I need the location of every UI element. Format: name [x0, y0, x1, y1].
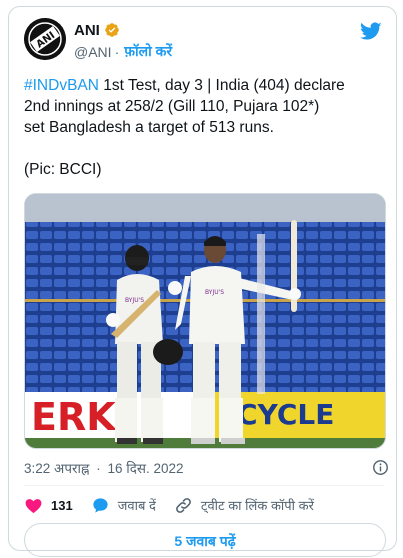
banner-left-text: ERK	[31, 395, 117, 439]
divider	[24, 485, 384, 486]
tweet-card[interactable]: ANI ANI @ANI · फ़ॉलो करें #INDvBAN 1st T…	[8, 6, 397, 557]
meta-separator: ·	[96, 461, 101, 476]
banner-right-text: CYCLE	[237, 398, 334, 431]
reply-label: जवाब दें	[117, 498, 156, 513]
tweet-time[interactable]: 3:22 अपराह्न	[24, 461, 89, 476]
tweet-header: ANI ANI @ANI · फ़ॉलो करें	[24, 18, 384, 62]
author-name[interactable]: ANI	[74, 22, 100, 39]
info-icon[interactable]	[372, 459, 389, 476]
tweet-date[interactable]: 16 दिस. 2022	[107, 461, 183, 476]
link-icon	[175, 497, 191, 513]
reply-bubble-icon	[93, 497, 108, 513]
sponsor-logo-left: BYJU'S	[125, 297, 144, 304]
ani-logo-icon: ANI	[24, 18, 66, 60]
tweet-line-2: 2nd innings at 258/2 (Gill 110, Pujara 1…	[24, 98, 320, 115]
tweet-photo[interactable]: ERK CYCLE BYJU'S BYJU'S	[24, 193, 386, 449]
hashtag-link[interactable]: #INDvBAN	[24, 77, 99, 94]
cricket-photo-image: ERK CYCLE BYJU'S BYJU'S	[25, 194, 385, 448]
sponsor-logo-right: BYJU'S	[205, 289, 224, 296]
like-count: 131	[51, 497, 73, 513]
heart-icon	[25, 498, 42, 513]
verified-badge-icon	[105, 23, 119, 37]
pic-credit: (Pic: BCCI)	[24, 161, 102, 178]
read-replies-button[interactable]: 5 जवाब पढ़ें	[24, 523, 386, 557]
tweet-text: #INDvBAN 1st Test, day 3 | India (404) d…	[24, 75, 389, 180]
copy-link-label: ट्वीट का लिंक कॉपी करें	[200, 498, 314, 513]
tweet-line-3: set Bangladesh a target of 513 runs.	[24, 119, 274, 136]
avatar[interactable]: ANI	[24, 18, 66, 60]
like-button[interactable]: 131	[24, 496, 73, 515]
tweet-line-1: 1st Test, day 3 | India (404) declare	[98, 77, 345, 94]
author-handle[interactable]: @ANI	[74, 44, 112, 60]
tweet-meta: 3:22 अपराह्न · 16 दिस. 2022	[24, 459, 389, 477]
copy-link-button[interactable]: ट्वीट का लिंक कॉपी करें	[174, 496, 314, 515]
tweet-actions: 131 जवाब दें ट्वीट का लिंक कॉपी करें	[24, 494, 389, 516]
reply-button[interactable]: जवाब दें	[91, 496, 156, 515]
twitter-bird-icon[interactable]	[360, 20, 382, 42]
handle-separator: ·	[114, 43, 120, 60]
author-block: ANI @ANI · फ़ॉलो करें	[74, 21, 172, 61]
follow-button[interactable]: फ़ॉलो करें	[124, 42, 172, 61]
